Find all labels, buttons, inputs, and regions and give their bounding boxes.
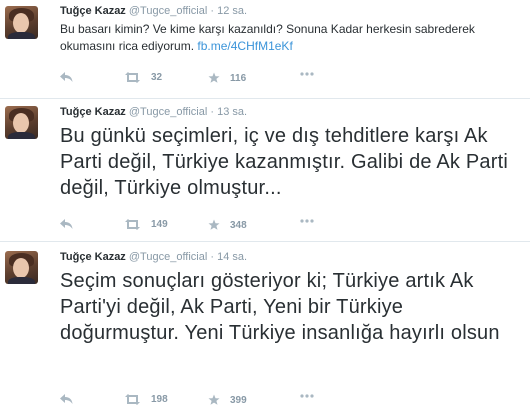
avatar[interactable]	[5, 251, 38, 284]
retweet-icon	[125, 72, 140, 83]
author-handle[interactable]: @Tugce_official	[129, 251, 207, 263]
avatar[interactable]	[5, 106, 38, 139]
reply-button[interactable]	[60, 72, 73, 83]
tweet-link[interactable]: fb.me/4CHfM1eKf	[197, 39, 292, 53]
favorite-button[interactable]: 116	[208, 72, 246, 84]
tweet[interactable]: Tuğçe Kazaz @Tugce_official · 14 sa. Seç…	[0, 241, 530, 419]
tweet-timestamp[interactable]: 12 sa.	[217, 5, 247, 17]
tweet-timeline: Tuğçe Kazaz @Tugce_official · 12 sa. Bu …	[0, 0, 530, 419]
author-handle[interactable]: @Tugce_official	[129, 5, 207, 17]
favorite-star-icon	[208, 72, 220, 83]
favorite-count: 116	[230, 72, 247, 84]
tweet-header: Tuğçe Kazaz @Tugce_official · 12 sa.	[60, 5, 247, 18]
separator-dot: ·	[210, 106, 215, 118]
tweet-header: Tuğçe Kazaz @Tugce_official · 13 sa.	[60, 106, 247, 119]
reply-icon	[60, 394, 73, 404]
more-button[interactable]	[300, 72, 314, 76]
retweet-button[interactable]: 149	[124, 219, 168, 230]
tweet-text: Seçim sonuçları gösteriyor ki; Türkiye a…	[60, 270, 500, 344]
reply-icon	[60, 72, 73, 82]
reply-button[interactable]	[60, 219, 73, 230]
author-name[interactable]: Tuğçe Kazaz	[60, 106, 126, 118]
retweet-icon	[125, 219, 140, 230]
retweet-count: 149	[151, 219, 168, 230]
reply-button[interactable]	[60, 394, 73, 405]
retweet-count: 32	[151, 72, 163, 83]
author-name[interactable]: Tuğçe Kazaz	[60, 5, 126, 17]
avatar[interactable]	[5, 6, 38, 39]
separator-dot: ·	[210, 251, 215, 263]
author-name[interactable]: Tuğçe Kazaz	[60, 251, 126, 263]
more-dots-icon	[300, 394, 314, 398]
favorite-star-icon	[208, 394, 220, 405]
favorite-button[interactable]: 399	[208, 394, 247, 406]
more-dots-icon	[300, 72, 314, 76]
tweet-timestamp[interactable]: 14 sa.	[217, 251, 247, 263]
separator-dot: ·	[210, 5, 215, 17]
favorite-count: 399	[230, 394, 247, 406]
more-dots-icon	[300, 219, 314, 223]
tweet-text: Bu basarı kimin? Ve kime karşı kazanıldı…	[60, 21, 525, 55]
favorite-button[interactable]: 348	[208, 219, 247, 231]
more-button[interactable]	[300, 394, 314, 398]
author-handle[interactable]: @Tugce_official	[129, 106, 207, 118]
tweet[interactable]: Tuğçe Kazaz @Tugce_official · 13 sa. Bu …	[0, 98, 530, 241]
favorite-star-icon	[208, 219, 220, 230]
tweet-header: Tuğçe Kazaz @Tugce_official · 14 sa.	[60, 251, 247, 264]
tweet-text: Bu günkü seçimleri, iç ve dış tehditlere…	[60, 125, 508, 199]
favorite-count: 348	[230, 219, 247, 231]
retweet-button[interactable]: 32	[124, 72, 162, 83]
retweet-button[interactable]: 198	[124, 394, 168, 405]
retweet-icon	[125, 394, 140, 405]
tweet[interactable]: Tuğçe Kazaz @Tugce_official · 12 sa. Bu …	[0, 0, 530, 98]
retweet-count: 198	[151, 394, 168, 405]
more-button[interactable]	[300, 219, 314, 223]
reply-icon	[60, 219, 73, 229]
tweet-timestamp[interactable]: 13 sa.	[217, 106, 247, 118]
